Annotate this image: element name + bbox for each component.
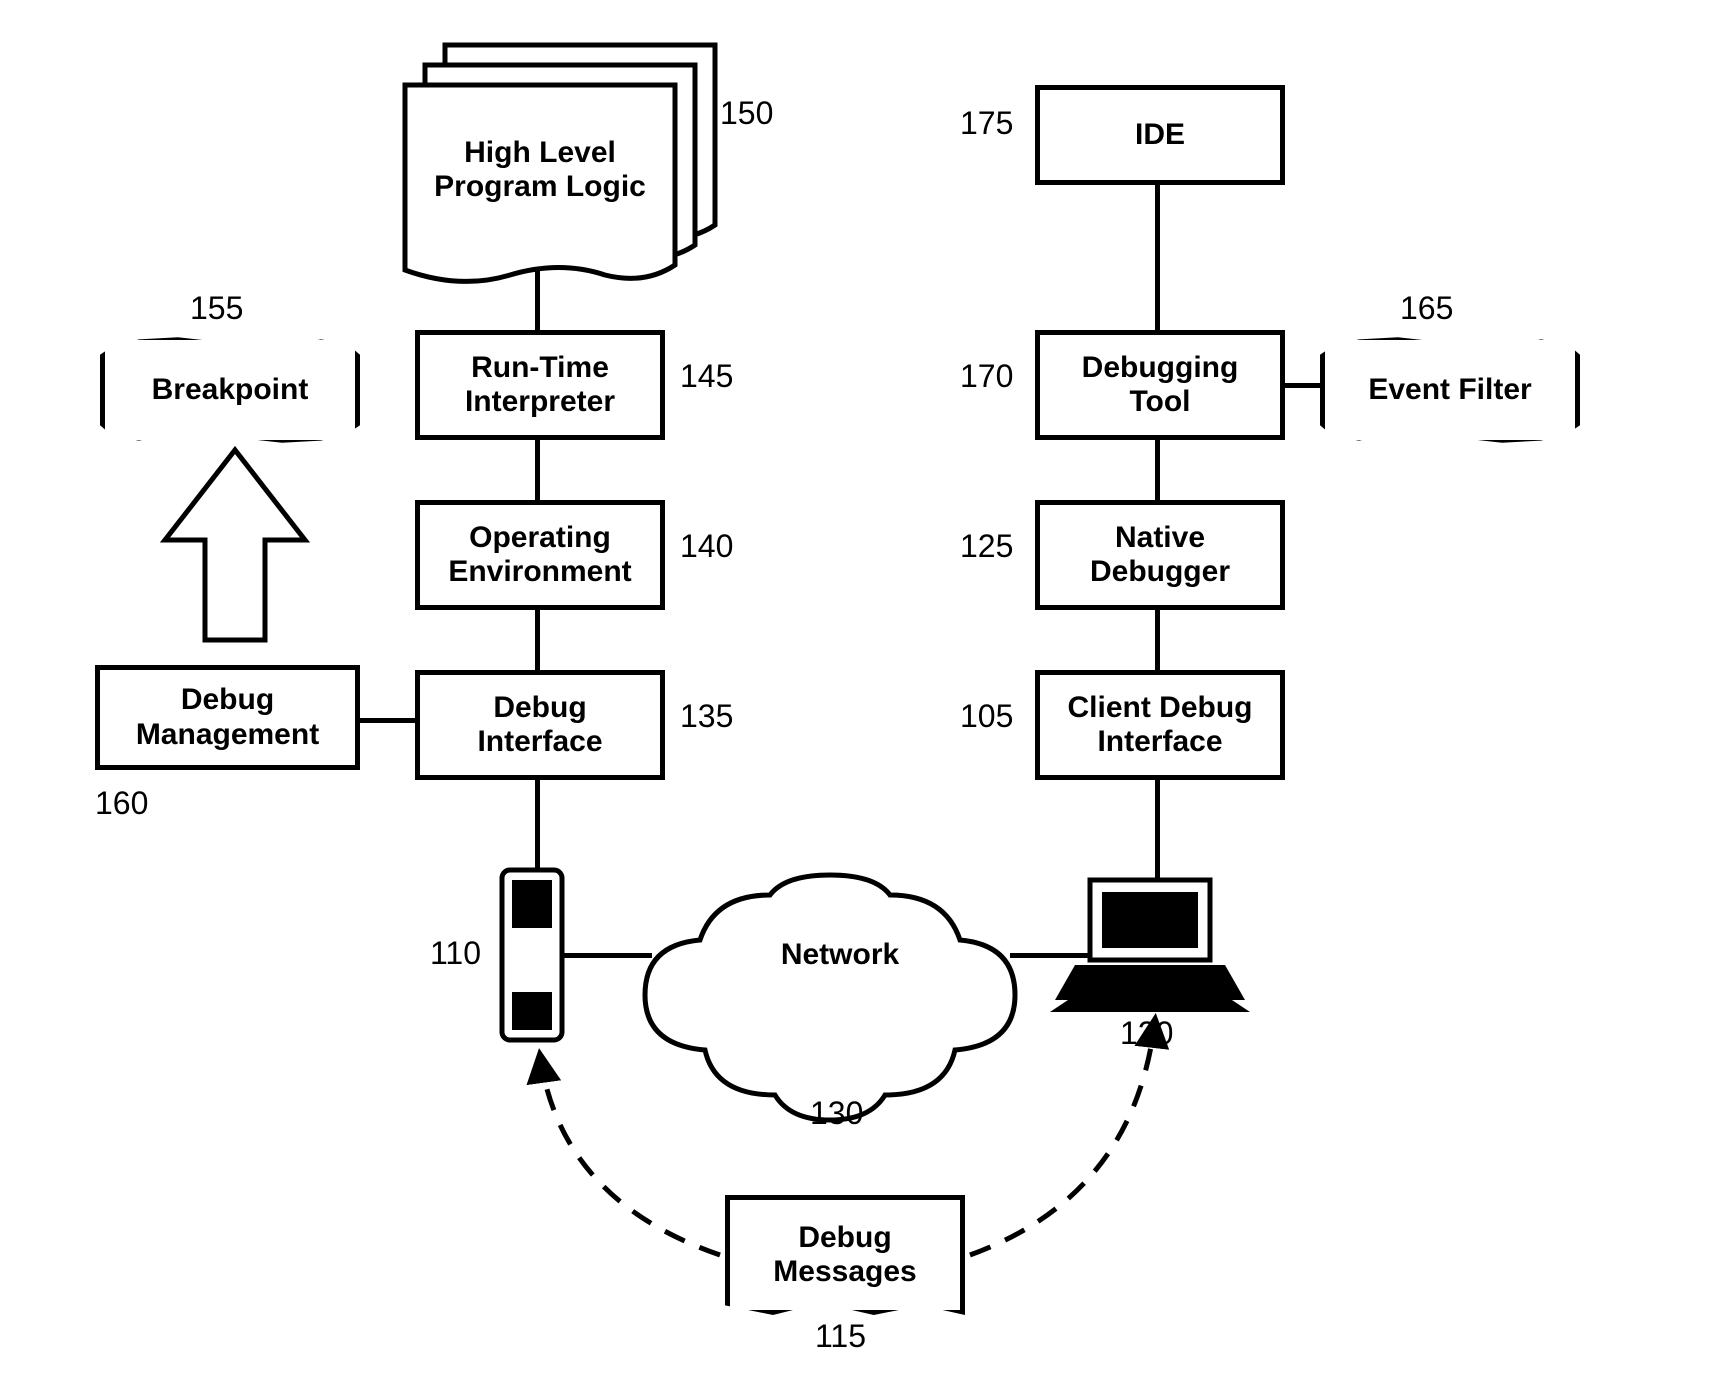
connector (1155, 780, 1160, 880)
node-debug-messages: DebugMessages (725, 1195, 965, 1315)
phone-icon (502, 870, 562, 1040)
node-native-debugger: NativeDebugger (1035, 500, 1285, 610)
ref-120: 120 (1120, 1015, 1173, 1052)
label: Network (781, 938, 899, 973)
label: High LevelProgram Logic (434, 136, 646, 205)
node-event-filter: Event Filter (1320, 335, 1580, 445)
ref-155: 155 (190, 290, 243, 327)
connector (535, 440, 540, 500)
connector (535, 268, 540, 333)
laptop-icon (1050, 880, 1250, 1012)
connector (1010, 953, 1090, 958)
node-network: Network (775, 935, 905, 975)
label: OperatingEnvironment (448, 521, 631, 590)
node-operating-environment: OperatingEnvironment (415, 500, 665, 610)
diagram-canvas: High LevelProgram Logic 150 Run-TimeInte… (0, 0, 1731, 1391)
ref-130: 130 (810, 1095, 863, 1132)
label: Breakpoint (152, 373, 309, 408)
ref-125: 125 (960, 528, 1013, 565)
connector (535, 610, 540, 670)
label: NativeDebugger (1090, 521, 1230, 590)
ref-160: 160 (95, 785, 148, 822)
label: IDE (1135, 118, 1185, 153)
ref-135: 135 (680, 698, 733, 735)
ref-110: 110 (430, 935, 481, 972)
label: DebugMessages (773, 1221, 916, 1290)
ref-140: 140 (680, 528, 733, 565)
ref-175: 175 (960, 105, 1013, 142)
ref-105: 105 (960, 698, 1013, 735)
connector (1155, 610, 1160, 670)
node-debug-interface: DebugInterface (415, 670, 665, 780)
connector (535, 780, 540, 870)
label: Run-TimeInterpreter (465, 351, 615, 420)
node-client-debug-interface: Client DebugInterface (1035, 670, 1285, 780)
ref-145: 145 (680, 358, 733, 395)
node-debug-management: DebugManagement (95, 665, 360, 770)
ref-150: 150 (720, 95, 773, 132)
label: DebugInterface (477, 691, 602, 760)
connector (360, 718, 415, 723)
label: DebugManagement (136, 683, 319, 752)
node-run-time-interpreter: Run-TimeInterpreter (415, 330, 665, 440)
node-breakpoint: Breakpoint (100, 335, 360, 445)
ref-170: 170 (960, 358, 1013, 395)
label: Client DebugInterface (1068, 691, 1253, 760)
connector (562, 953, 652, 958)
ref-165: 165 (1400, 290, 1453, 327)
node-high-level-program-logic: High LevelProgram Logic (405, 95, 675, 245)
node-debugging-tool: DebuggingTool (1035, 330, 1285, 440)
node-ide: IDE (1035, 85, 1285, 185)
ref-115: 115 (815, 1318, 866, 1355)
label: DebuggingTool (1082, 351, 1239, 420)
connector (1155, 185, 1160, 330)
connector (1155, 440, 1160, 500)
label: Event Filter (1368, 373, 1531, 408)
connector (1285, 383, 1320, 388)
